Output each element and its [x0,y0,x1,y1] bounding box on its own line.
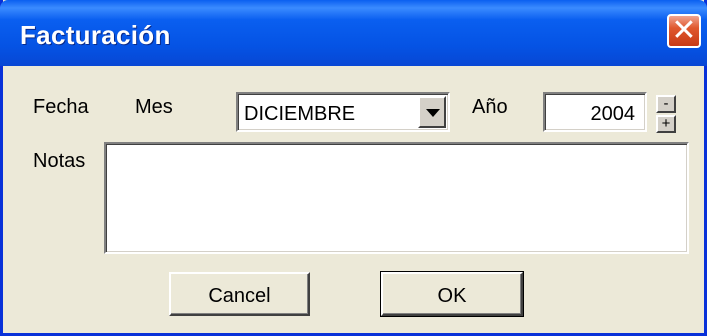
anio-decrement-button[interactable]: - [656,95,676,113]
window-title: Facturación [20,20,171,50]
minus-icon: - [663,95,669,112]
notas-label: Notas [33,150,86,172]
cancel-button-label: Cancel [208,285,271,307]
cancel-button[interactable]: Cancel [169,272,310,316]
fecha-label: Fecha [33,96,89,118]
mes-dropdown-value: DICIEMBRE [244,103,356,125]
anio-label: Año [472,96,508,118]
anio-input-value: 2004 [590,103,636,125]
close-icon: ✕ [671,13,697,48]
dialog-window: Facturación ✕ Fecha Mes DICIEMBRE Año 20… [0,0,707,336]
anio-increment-button[interactable]: + [656,115,676,133]
mes-label: Mes [135,96,173,118]
close-button[interactable]: ✕ [667,14,701,48]
mes-dropdown-button[interactable] [418,96,446,128]
notas-textarea[interactable] [104,142,689,254]
ok-button-label: OK [437,285,467,307]
mes-dropdown[interactable]: DICIEMBRE [236,92,450,132]
ok-button[interactable]: OK [380,271,524,317]
chevron-down-icon [426,109,440,117]
plus-icon: + [661,115,671,132]
anio-input[interactable]: 2004 [543,92,647,132]
title-bar[interactable]: Facturación ✕ [0,0,707,66]
